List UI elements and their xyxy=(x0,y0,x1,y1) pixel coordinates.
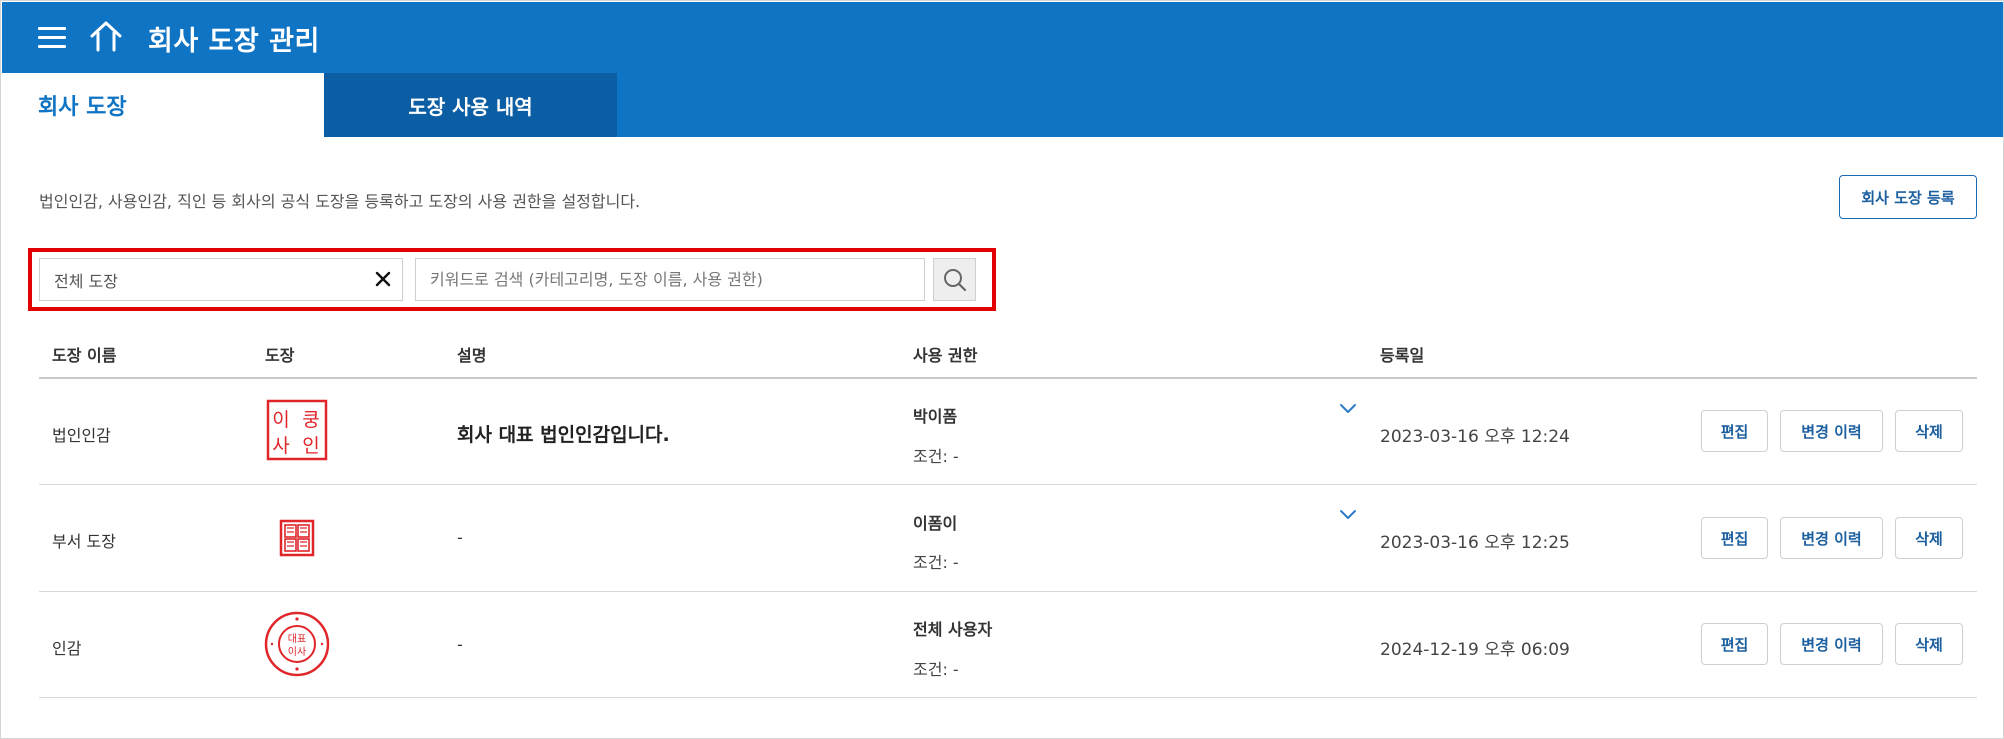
svg-text:인: 인 xyxy=(302,435,319,457)
page-title: 회사 도장 관리 xyxy=(148,26,320,57)
column-header-stamp: 도장 xyxy=(265,346,295,365)
tab-stamp-usage-history[interactable]: 도장 사용 내역 xyxy=(324,73,617,137)
registered-date: 2024-12-19 오후 06:09 xyxy=(1380,640,1570,660)
round-seal-stamp-image: 대표 이사 xyxy=(264,611,330,677)
close-icon[interactable] xyxy=(371,267,395,291)
svg-text:대표: 대표 xyxy=(288,633,306,645)
filter-value: 전체 도장 xyxy=(54,271,118,291)
corporate-seal-stamp-image: 이 쿵 사 인 xyxy=(266,399,328,461)
stamp-description: - xyxy=(457,528,463,547)
permission-user: 이폼이 xyxy=(913,514,958,533)
edit-button[interactable]: 편집 xyxy=(1701,517,1768,559)
column-header-description: 설명 xyxy=(457,346,487,365)
stamp-name: 부서 도장 xyxy=(52,532,116,551)
column-header-stamp-name: 도장 이름 xyxy=(52,346,117,365)
change-history-button[interactable]: 변경 이력 xyxy=(1780,623,1883,665)
keyword-search-input[interactable] xyxy=(415,258,925,301)
stamp-filter-select[interactable]: 전체 도장 xyxy=(39,258,403,301)
svg-text:사: 사 xyxy=(272,435,289,457)
row-divider xyxy=(39,591,1977,592)
registered-date: 2023-03-16 오후 12:24 xyxy=(1380,427,1570,447)
register-stamp-button[interactable]: 회사 도장 등록 xyxy=(1839,175,1977,219)
tab-company-stamp[interactable]: 회사 도장 xyxy=(2,73,324,137)
hamburger-menu-icon[interactable] xyxy=(38,24,68,50)
change-history-button[interactable]: 변경 이력 xyxy=(1780,517,1883,559)
svg-text:쿵: 쿵 xyxy=(302,409,319,431)
row-divider xyxy=(39,697,1977,698)
column-header-permission: 사용 권한 xyxy=(913,346,978,365)
stamp-name: 법인인감 xyxy=(52,426,111,445)
table-header-divider xyxy=(39,377,1977,379)
permission-condition: 조건: - xyxy=(913,447,959,466)
edit-button[interactable]: 편집 xyxy=(1701,410,1768,452)
permission-user: 전체 사용자 xyxy=(913,620,993,639)
delete-button[interactable]: 삭제 xyxy=(1895,623,1963,665)
page-description: 법인인감, 사용인감, 직인 등 회사의 공식 도장을 등록하고 도장의 사용 … xyxy=(39,192,641,211)
permission-condition: 조건: - xyxy=(913,660,959,679)
stamp-description: - xyxy=(457,635,463,654)
chevron-down-icon[interactable] xyxy=(1339,509,1357,521)
stamp-description: 회사 대표 법인인감입니다. xyxy=(457,424,670,446)
delete-button[interactable]: 삭제 xyxy=(1895,517,1963,559)
permission-condition: 조건: - xyxy=(913,553,959,572)
svg-text:이: 이 xyxy=(272,409,289,431)
chevron-down-icon[interactable] xyxy=(1339,403,1357,415)
search-icon xyxy=(943,268,966,291)
registered-date: 2023-03-16 오후 12:25 xyxy=(1380,533,1570,553)
row-divider xyxy=(39,484,1977,485)
svg-text:이사: 이사 xyxy=(288,646,306,658)
search-button[interactable] xyxy=(933,258,976,301)
permission-user: 박이폼 xyxy=(913,407,958,426)
stamp-name: 인감 xyxy=(52,639,82,658)
edit-button[interactable]: 편집 xyxy=(1701,623,1768,665)
department-stamp-image xyxy=(279,519,315,557)
home-icon[interactable] xyxy=(88,19,124,53)
app-window: 회사 도장 관리 회사 도장 도장 사용 내역 법인인감, 사용인감, 직인 등… xyxy=(0,0,2004,739)
delete-button[interactable]: 삭제 xyxy=(1895,410,1963,452)
change-history-button[interactable]: 변경 이력 xyxy=(1780,410,1883,452)
column-header-registered-date: 등록일 xyxy=(1380,346,1425,365)
